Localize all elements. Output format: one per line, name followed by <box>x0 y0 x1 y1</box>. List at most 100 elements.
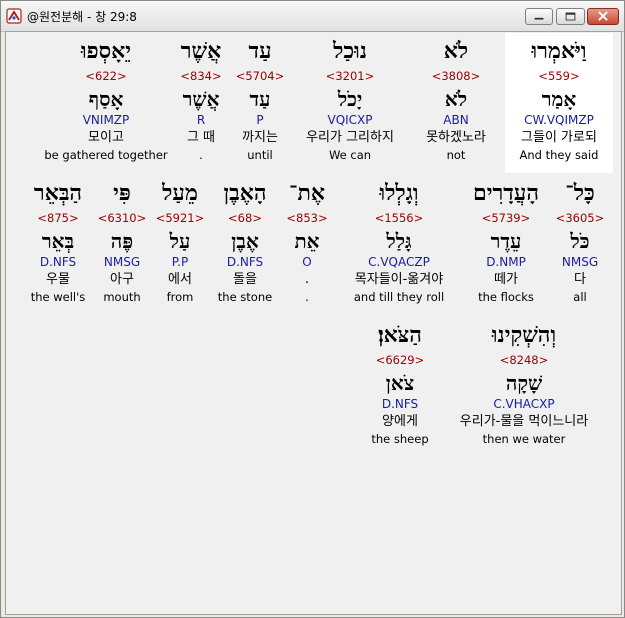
korean-gloss: 그들이 가로되 <box>521 130 597 145</box>
minimize-button[interactable] <box>525 8 553 25</box>
english-gloss: . <box>199 148 203 162</box>
app-window: @원전분해 - 창 29:8 וַיֹּאמְרוּ <559> אָמַר C… <box>0 0 625 618</box>
english-gloss: . <box>305 290 309 304</box>
lexeme: אֲשֶׁר <box>182 87 220 111</box>
hebrew-word: הַצֹּאן׃ <box>378 322 422 348</box>
morphology-code: D.NFS <box>381 397 419 411</box>
title-bar[interactable]: @원전분해 - 창 29:8 <box>1 1 624 32</box>
strong-number[interactable]: <6310> <box>96 210 148 226</box>
english-gloss: the stone <box>217 290 273 304</box>
english-gloss: the flocks <box>478 290 534 304</box>
lexeme: אֵת <box>294 229 320 253</box>
hebrew-word: וַיֹּאמְרוּ <box>531 38 587 64</box>
korean-gloss: 양에게 <box>382 414 418 429</box>
english-gloss: all <box>573 290 587 304</box>
english-gloss: then we water <box>482 432 566 446</box>
lexeme: אֶבֶן <box>231 229 259 253</box>
close-button[interactable] <box>587 8 619 25</box>
word-block[interactable]: הָאֶבֶן <68> אֶבֶן D.NFS 돌을 the stone <box>209 179 281 305</box>
strong-number[interactable]: <1556> <box>334 210 464 226</box>
strong-number[interactable]: <3808> <box>406 68 506 84</box>
english-gloss: until <box>247 148 273 162</box>
hebrew-word: הַבְּאֵר <box>33 180 83 206</box>
korean-gloss: 못하겠노라 <box>426 130 486 145</box>
word-block[interactable]: נוּכַל <3201> יָכֹל VQICXP 우리가 그리하지 We c… <box>288 37 412 163</box>
word-block[interactable]: יֵאָסְפוּ <622> אָסַף VNIMZP 모이고 be gath… <box>41 37 171 163</box>
strong-number[interactable]: <3201> <box>288 68 412 84</box>
word-block[interactable]: כָּל־ <3605> כֹּל NMSG 다 all <box>554 179 606 305</box>
morphology-code: P.P <box>171 255 189 269</box>
hebrew-word: יֵאָסְפוּ <box>80 38 131 64</box>
english-gloss: be gathered together <box>44 148 168 162</box>
english-gloss: not <box>446 148 466 162</box>
english-gloss: And they said <box>519 148 599 162</box>
word-block[interactable]: מֵעַל <5921> עַל P.P 에서 from <box>150 179 210 305</box>
word-block[interactable]: לֹא <3808> לֹא ABN 못하겠노라 not <box>406 37 506 163</box>
korean-gloss: 우물 <box>46 272 70 287</box>
lexeme: אָסַף <box>88 87 124 111</box>
strong-number[interactable]: <8248> <box>452 352 596 368</box>
english-gloss: and till they roll <box>353 290 445 304</box>
lexeme: בְּאֵר <box>41 229 75 253</box>
hebrew-word: וְגָלְלוּ <box>379 180 419 206</box>
word-block[interactable]: אֶת־ <853> אֵת O . . <box>281 179 333 305</box>
word-block[interactable]: וַיֹּאמְרוּ <559> אָמַר CW.VQIMZP 그들이 가로… <box>505 33 613 173</box>
morphology-code: VQICXP <box>327 113 373 127</box>
strong-number[interactable]: <5704> <box>228 68 292 84</box>
word-block[interactable]: הָעֲדָרִים <5739> עֵדֶר D.NMP 떼가 the flo… <box>456 179 556 305</box>
lexeme: עַד <box>249 87 271 111</box>
strong-number[interactable]: <559> <box>505 68 613 84</box>
maximize-icon <box>565 12 576 21</box>
word-block[interactable]: הַצֹּאן׃ <6629> צֹאן D.NFS 양에게 the sheep <box>360 321 440 447</box>
morphology-code: P <box>256 113 264 127</box>
word-block[interactable]: פִּי <6310> פֶּה NMSG 아구 mouth <box>96 179 148 305</box>
word-block[interactable]: וְהִשְׁקִינוּ <8248> שָׁקָה C.VHACXP 우리가… <box>452 321 596 447</box>
strong-number[interactable]: <875> <box>23 210 93 226</box>
korean-gloss: 우리가-물을 먹이느니라 <box>459 414 589 429</box>
korean-gloss: 그 때 <box>186 130 216 145</box>
korean-gloss: 우리가 그리하지 <box>306 130 394 145</box>
english-gloss: the well's <box>30 290 86 304</box>
morphology-code: C.VHACXP <box>493 397 555 411</box>
lexeme: צֹאן <box>385 371 415 395</box>
english-gloss: mouth <box>103 290 141 304</box>
english-gloss: We can <box>328 148 372 162</box>
strong-number[interactable]: <853> <box>281 210 333 226</box>
hebrew-word: מֵעַל <box>162 180 198 206</box>
strong-number[interactable]: <834> <box>171 68 231 84</box>
morphology-code: VNIMZP <box>82 113 130 127</box>
morphology-code: NMSG <box>561 255 599 269</box>
strong-number[interactable]: <6629> <box>360 352 440 368</box>
strong-number[interactable]: <622> <box>41 68 171 84</box>
lexeme: גָּלַל <box>386 229 412 253</box>
strong-number[interactable]: <3605> <box>554 210 606 226</box>
strong-number[interactable]: <5739> <box>456 210 556 226</box>
hebrew-word: הָאֶבֶן <box>223 180 267 206</box>
morphology-code: ABN <box>443 113 469 127</box>
morphology-code: CW.VQIMZP <box>524 113 594 127</box>
korean-gloss: 아구 <box>110 272 134 287</box>
word-block[interactable]: הַבְּאֵר <875> בְּאֵר D.NFS 우물 the well'… <box>23 179 93 305</box>
english-gloss: from <box>166 290 194 304</box>
morphology-code: NMSG <box>103 255 141 269</box>
hebrew-word: לֹא <box>443 38 469 64</box>
minimize-icon <box>534 17 544 20</box>
korean-gloss: 목자들이-옮겨야 <box>354 272 444 287</box>
korean-gloss: 다 <box>574 272 586 287</box>
morphology-code: O <box>302 255 312 269</box>
word-block[interactable]: וְגָלְלוּ <1556> גָּלַל C.VQACZP 목자들이-옮겨… <box>334 179 464 305</box>
korean-gloss: 까지는 <box>242 130 278 145</box>
lexeme: שָׁקָה <box>505 371 543 395</box>
morphology-code: R <box>196 113 206 127</box>
interlinear-panel: וַיֹּאמְרוּ <559> אָמַר CW.VQIMZP 그들이 가로… <box>5 31 622 615</box>
strong-number[interactable]: <5921> <box>150 210 210 226</box>
maximize-button[interactable] <box>556 8 585 25</box>
strong-number[interactable]: <68> <box>209 210 281 226</box>
word-block[interactable]: אֲשֶׁר <834> אֲשֶׁר R 그 때 . <box>171 37 231 163</box>
hebrew-word: אֶת־ <box>289 180 325 206</box>
hebrew-word: אֲשֶׁר <box>180 38 222 64</box>
hebrew-word: פִּי <box>113 180 131 206</box>
window-title: @원전분해 - 창 29:8 <box>27 10 137 24</box>
word-block[interactable]: עַד <5704> עַד P 까지는 until <box>228 37 292 163</box>
hebrew-word: כָּל־ <box>565 180 595 206</box>
